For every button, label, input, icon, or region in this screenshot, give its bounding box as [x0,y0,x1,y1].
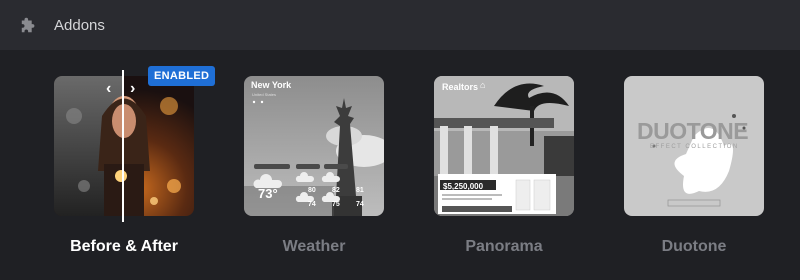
addon-label-weather[interactable]: Weather [234,238,394,256]
addon-label-duotone[interactable]: Duotone [614,238,774,256]
weather-city: New York [251,80,292,90]
panorama-price: $5,250,000 [443,182,484,191]
before-after-thumbnail [54,76,194,216]
addon-card-panorama[interactable] [434,76,574,216]
right-arrow-icon[interactable]: › [130,80,135,98]
addon-label-before-after[interactable]: Before & After [44,238,204,256]
weather-temp: 75 [332,201,340,208]
page-title: Addons [54,16,105,34]
addon-label-panorama[interactable]: Panorama [424,238,584,256]
panorama-brand: Realtors [442,82,479,92]
weather-temp: 80 [308,187,316,194]
home-icon: ⌂ [480,80,486,90]
left-arrow-icon[interactable]: ‹ [106,80,111,98]
enabled-badge: ENABLED [148,66,216,86]
weather-big-temp: 73° [258,186,278,201]
duotone-subword: EFFECT COLLECTION [650,144,739,150]
addon-card-before-after[interactable] [54,76,194,216]
weather-temp: 82 [332,187,340,194]
addons-header: Addons [0,0,800,50]
weather-country: United States [252,92,277,97]
before-after-divider[interactable] [122,70,124,222]
duotone-word: DUOTONE [637,118,749,144]
puzzle-icon [21,17,35,33]
weather-temp: 74 [356,201,364,208]
panorama-thumbnail [434,76,574,216]
weather-temp: 81 [356,187,364,194]
weather-temp: 74 [308,201,316,208]
